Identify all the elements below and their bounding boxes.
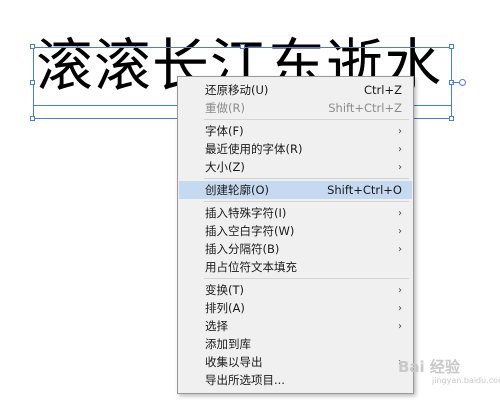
resize-handle-middle-left[interactable] <box>30 80 35 85</box>
submenu-arrow-icon: › <box>398 225 402 237</box>
menu-item-add-to-library[interactable]: 添加到库 <box>179 335 412 353</box>
menu-item-label: 最近使用的字体(R) <box>205 142 303 156</box>
resize-handle-top-right[interactable] <box>449 44 454 49</box>
menu-item-label: 选择 <box>205 319 228 333</box>
menu-separator <box>204 119 409 120</box>
menu-item-label: 还原移动(U) <box>205 83 269 97</box>
menu-item-recent-fonts[interactable]: 最近使用的字体(R) › <box>179 140 412 158</box>
submenu-arrow-icon: › <box>398 143 402 155</box>
menu-item-label: 导出所选项目... <box>205 373 285 387</box>
resize-handle-top-left[interactable] <box>30 44 35 49</box>
menu-item-fill-placeholder[interactable]: 用占位符文本填充 <box>179 258 412 276</box>
menu-item-insert-break[interactable]: 插入分隔符(B) › <box>179 240 412 258</box>
menu-item-label: 添加到库 <box>205 337 251 351</box>
submenu-arrow-icon: › <box>398 161 402 173</box>
menu-item-label: 创建轮廓(O) <box>205 183 270 197</box>
menu-item-create-outlines[interactable]: 创建轮廓(O) Shift+Ctrl+O <box>179 181 412 199</box>
submenu-arrow-icon: › <box>398 284 402 296</box>
menu-item-undo-move[interactable]: 还原移动(U) Ctrl+Z <box>179 81 412 99</box>
menu-item-label: 字体(F) <box>205 124 244 138</box>
resize-handle-bottom-left[interactable] <box>30 116 35 121</box>
menu-item-transform[interactable]: 变换(T) › <box>179 281 412 299</box>
menu-item-shortcut: Shift+Ctrl+Z <box>328 101 402 115</box>
watermark-url: jingyan.baidu.com <box>432 376 500 385</box>
menu-item-collect-for-export[interactable]: 收集以导出 › <box>179 353 412 371</box>
menu-item-redo: 重做(R) Shift+Ctrl+Z <box>179 99 412 117</box>
menu-separator <box>204 278 409 279</box>
resize-handle-bottom-right[interactable] <box>449 116 454 121</box>
menu-item-label: 插入空白字符(W) <box>205 224 295 238</box>
menu-item-insert-whitespace[interactable]: 插入空白字符(W) › <box>179 222 412 240</box>
submenu-arrow-icon: › <box>398 302 402 314</box>
menu-item-shortcut: Shift+Ctrl+O <box>327 183 402 197</box>
menu-item-export-selection[interactable]: 导出所选项目... <box>179 371 412 389</box>
submenu-arrow-icon: › <box>398 243 402 255</box>
resize-handle-top-center[interactable] <box>240 44 245 49</box>
watermark-text: Bai 经验 <box>398 358 460 376</box>
menu-item-select[interactable]: 选择 › <box>179 317 412 335</box>
menu-item-font[interactable]: 字体(F) › <box>179 122 412 140</box>
menu-item-label: 变换(T) <box>205 283 244 297</box>
menu-item-shortcut: Ctrl+Z <box>364 83 402 97</box>
submenu-arrow-icon: › <box>398 125 402 137</box>
context-menu: 还原移动(U) Ctrl+Z 重做(R) Shift+Ctrl+Z 字体(F) … <box>177 76 414 394</box>
menu-item-label: 重做(R) <box>205 101 245 115</box>
menu-item-arrange[interactable]: 排列(A) › <box>179 299 412 317</box>
menu-item-label: 大小(Z) <box>205 160 245 174</box>
menu-separator <box>204 201 409 202</box>
submenu-arrow-icon: › <box>398 320 402 332</box>
menu-item-label: 插入分隔符(B) <box>205 242 280 256</box>
menu-item-size[interactable]: 大小(Z) › <box>179 158 412 176</box>
menu-item-insert-special-char[interactable]: 插入特殊字符(I) › <box>179 204 412 222</box>
menu-item-label: 收集以导出 <box>205 355 263 369</box>
menu-item-label: 插入特殊字符(I) <box>205 206 287 220</box>
text-thread-port[interactable] <box>459 79 466 86</box>
menu-separator <box>204 178 409 179</box>
menu-item-label: 用占位符文本填充 <box>205 260 297 274</box>
menu-item-label: 排列(A) <box>205 301 245 315</box>
baidu-jingyan-watermark: Bai 经验 jingyan.baidu.com <box>398 356 500 385</box>
submenu-arrow-icon: › <box>398 207 402 219</box>
